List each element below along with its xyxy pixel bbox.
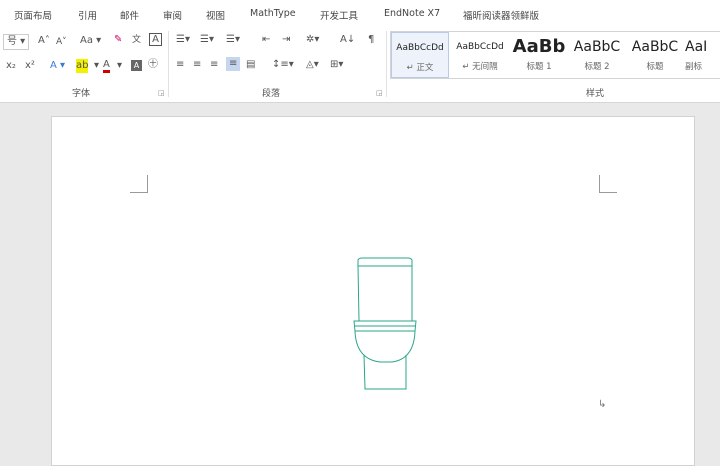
- style-preview: AaI: [685, 39, 708, 55]
- style-normal[interactable]: AaBbCcDd ↵ 正文: [391, 32, 449, 78]
- style-no-spacing[interactable]: AaBbCcDd ↵ 无间隔: [451, 32, 509, 78]
- grow-font-icon: A: [38, 35, 45, 46]
- enclose-char-icon[interactable]: ㊉: [148, 58, 158, 72]
- style-name: ↵ 正文: [406, 63, 434, 73]
- font-dialog-launcher-icon[interactable]: ◲: [158, 89, 165, 97]
- ribbon-tabs: 页面布局 引用 邮件 审阅 视图 MathType 开发工具 EndNote X…: [0, 0, 720, 27]
- style-name: 标题 2: [584, 62, 610, 72]
- font-group-label: 字体: [72, 89, 91, 99]
- shrink-font-button[interactable]: A˅: [56, 35, 67, 49]
- margin-corner-mark: [599, 175, 617, 193]
- styles-group-label: 样式: [586, 89, 605, 99]
- align-left-icon[interactable]: ≡: [176, 58, 184, 72]
- divider: [386, 31, 387, 97]
- align-right-icon[interactable]: ≡: [210, 58, 218, 72]
- numbering-icon[interactable]: ☰▾: [200, 33, 214, 47]
- paragraph-dialog-launcher-icon[interactable]: ◲: [376, 89, 383, 97]
- tab-view[interactable]: 视图: [206, 8, 225, 22]
- font-color-icon[interactable]: A: [103, 59, 110, 73]
- toilet-drawing[interactable]: [342, 255, 422, 395]
- style-preview: AaBbCcDd: [396, 43, 444, 53]
- style-title[interactable]: AaBbC 标题: [627, 32, 683, 78]
- tab-foxit[interactable]: 福昕阅读器领鲜版: [463, 8, 539, 22]
- borders-icon[interactable]: ⊞▾: [330, 58, 343, 72]
- style-preview: AaBbC: [573, 39, 621, 55]
- char-border-icon[interactable]: A: [149, 33, 162, 46]
- style-name: 标题 1: [526, 62, 552, 72]
- style-preview: AaBbCcDd: [456, 42, 504, 52]
- text-effects-icon[interactable]: A ▾: [50, 59, 65, 73]
- font-size-value: 号: [7, 36, 17, 47]
- char-shading-icon[interactable]: A: [131, 60, 142, 71]
- line-spacing-icon[interactable]: ↕≡▾: [272, 58, 294, 72]
- tab-mathtype[interactable]: MathType: [250, 8, 296, 19]
- tab-developer[interactable]: 开发工具: [320, 8, 358, 22]
- change-case-icon: Aa: [80, 35, 93, 46]
- tab-mailings[interactable]: 邮件: [120, 8, 139, 22]
- chinese-layout-icon[interactable]: ✲▾: [306, 33, 319, 47]
- sort-button[interactable]: A↓: [340, 33, 355, 47]
- style-heading-2[interactable]: AaBbC 标题 2: [569, 32, 625, 78]
- superscript-button[interactable]: x²: [25, 59, 35, 73]
- highlight-dropdown[interactable]: ▾: [94, 59, 99, 73]
- style-name: 标题: [646, 62, 664, 72]
- tab-endnote[interactable]: EndNote X7: [384, 8, 440, 19]
- tab-review[interactable]: 审阅: [163, 8, 182, 22]
- ribbon: 号 ▾ A˄ A˅ Aa ▾ ✎ 文 A x₂ x² A ▾ ab ▾ A ▾ …: [0, 27, 720, 103]
- font-color-dropdown[interactable]: ▾: [117, 59, 122, 73]
- tank-lid: [357, 257, 413, 267]
- divider: [168, 31, 169, 97]
- highlight-icon[interactable]: ab: [76, 59, 89, 73]
- decrease-indent-icon[interactable]: ⇤: [262, 33, 270, 47]
- styles-gallery: AaBbCcDd ↵ 正文 AaBbCcDd ↵ 无间隔 AaBb 标题 1 AaBb…: [390, 31, 720, 79]
- style-heading-1[interactable]: AaBb 标题 1: [511, 32, 567, 78]
- style-subtitle[interactable]: AaI 副标: [685, 32, 720, 78]
- bullets-icon[interactable]: ☰▾: [176, 33, 190, 47]
- mouse-cursor-icon: ↳: [598, 399, 607, 410]
- change-case-button[interactable]: Aa ▾: [80, 34, 101, 48]
- tab-references[interactable]: 引用: [78, 8, 97, 22]
- tab-layout[interactable]: 页面布局: [14, 8, 52, 22]
- increase-indent-icon[interactable]: ⇥: [282, 33, 290, 47]
- tank-body: [357, 265, 413, 322]
- margin-corner-mark: [130, 175, 148, 193]
- multilevel-list-icon[interactable]: ☰▾: [226, 33, 240, 47]
- distributed-icon[interactable]: ▤: [246, 58, 255, 72]
- style-preview: AaBb: [512, 36, 566, 57]
- paragraph-group-label: 段落: [262, 89, 281, 99]
- seat: [353, 320, 417, 332]
- subscript-button[interactable]: x₂: [6, 59, 16, 73]
- grow-font-button[interactable]: A˄: [38, 34, 50, 48]
- shading-icon[interactable]: ◬▾: [306, 58, 319, 72]
- align-center-icon[interactable]: ≡: [193, 58, 201, 72]
- show-marks-icon[interactable]: ¶: [368, 33, 374, 47]
- document-page[interactable]: ↳: [51, 116, 695, 466]
- justify-icon[interactable]: ≡: [226, 57, 241, 71]
- phonetic-guide-icon[interactable]: 文: [132, 33, 141, 47]
- style-name: 副标: [685, 62, 703, 72]
- style-preview: AaBbC: [631, 39, 679, 55]
- style-name: ↵ 无间隔: [462, 62, 498, 72]
- shrink-font-icon: A: [56, 37, 63, 47]
- font-size-dropdown[interactable]: 号 ▾: [3, 34, 30, 50]
- clear-format-icon[interactable]: ✎: [114, 33, 122, 47]
